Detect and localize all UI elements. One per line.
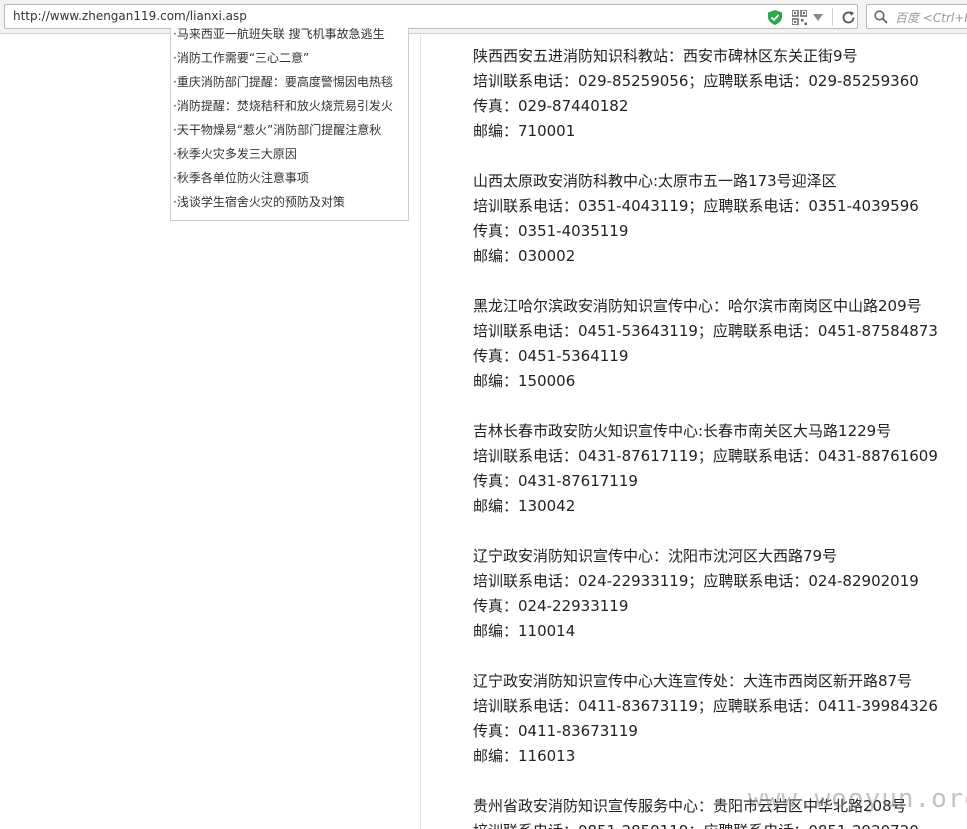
office-name: 黑龙江哈尔滨政安消防知识宣传中心：哈尔滨市南岗区中山路209号: [473, 297, 922, 315]
office-zip: 邮编：030002: [473, 247, 576, 265]
qr-code-icon[interactable]: [792, 10, 807, 25]
browser-toolbar: http://www.zhengan119.com/lianxi.asp 百度 …: [0, 0, 967, 34]
office-phones: 培训联系电话：0431-87617119；应聘联系电话：0431-8876160…: [473, 447, 938, 465]
chevron-down-icon[interactable]: [813, 14, 823, 22]
url-text: http://www.zhengan119.com/lianxi.asp: [13, 9, 247, 23]
office-name: 辽宁政安消防知识宣传中心：沈阳市沈河区大西路79号: [473, 547, 838, 565]
news-link[interactable]: ·重庆消防部门提醒：要高度警惕因电热毯: [173, 70, 408, 94]
search-placeholder: 百度 <Ctrl+K>: [895, 11, 967, 25]
office-fax: 传真：024-22933119: [473, 597, 629, 615]
office-name: 辽宁政安消防知识宣传中心大连宣传处：大连市西岗区新开路87号: [473, 672, 913, 690]
office-zip: 邮编：116013: [473, 747, 576, 765]
news-link[interactable]: ·消防工作需要“三心二意”: [173, 46, 408, 70]
office-phones: 培训联系电话：029-85259056；应聘联系电话：029-85259360: [473, 72, 919, 90]
news-link[interactable]: ·秋季火灾多发三大原因: [173, 142, 408, 166]
news-link[interactable]: ·浅谈学生宿舍火灾的预防及对策: [173, 190, 408, 214]
office-zip: 邮编：150006: [473, 372, 576, 390]
office-zip: 邮编：130042: [473, 497, 576, 515]
office-fax: 传真：0351-4035119: [473, 222, 629, 240]
office-phones: 培训联系电话：0351-4043119；应聘联系电话：0351-4039596: [473, 197, 919, 215]
search-icon: [874, 10, 888, 24]
reload-icon[interactable]: [841, 10, 856, 25]
url-divider: [832, 8, 833, 26]
office-zip: 邮编：710001: [473, 122, 576, 140]
news-link[interactable]: ·天干物燥易“惹火”消防部门提醒注意秋: [173, 118, 408, 142]
news-link[interactable]: ·马来西亚一航班失联 搜飞机事故急逃生: [173, 28, 408, 46]
office-fax: 传真：0431-87617119: [473, 472, 638, 490]
watermark: www.wooyun.org: [748, 784, 967, 814]
office-fax: 传真：0451-5364119: [473, 347, 629, 365]
office-fax: 传真：029-87440182: [473, 97, 629, 115]
office-name: 陕西西安五进消防知识科教站：西安市碑林区东关正街9号: [473, 47, 858, 65]
shield-icon[interactable]: [768, 10, 782, 25]
office-name: 山西太原政安消防科教中心:太原市五一路173号迎泽区: [473, 172, 837, 190]
office-entry: 陕西西安五进消防知识科教站：西安市碑林区东关正街9号 培训联系电话：029-85…: [473, 44, 967, 144]
column-divider: [420, 35, 421, 829]
office-phones: 培训联系电话：0851-2859119；应聘联系电话：0851-2920720: [473, 819, 967, 829]
office-entry: 辽宁政安消防知识宣传中心大连宣传处：大连市西岗区新开路87号 培训联系电话：04…: [473, 669, 967, 769]
office-entry: 黑龙江哈尔滨政安消防知识宣传中心：哈尔滨市南岗区中山路209号 培训联系电话：0…: [473, 294, 967, 394]
office-phones: 培训联系电话：0451-53643119；应聘联系电话：0451-8758487…: [473, 322, 938, 340]
news-box: ·马来西亚一航班失联 搜飞机事故急逃生 ·消防工作需要“三心二意” ·重庆消防部…: [170, 28, 409, 221]
office-phones: 培训联系电话：0411-83673119；应聘联系电话：0411-3998432…: [473, 697, 938, 715]
news-list: ·马来西亚一航班失联 搜飞机事故急逃生 ·消防工作需要“三心二意” ·重庆消防部…: [173, 28, 408, 214]
news-link[interactable]: ·消防提醒：焚烧秸秆和放火烧荒易引发火: [173, 94, 408, 118]
office-entry: 辽宁政安消防知识宣传中心：沈阳市沈河区大西路79号 培训联系电话：024-229…: [473, 544, 967, 644]
office-name: 吉林长春市政安防火知识宣传中心:长春市南关区大马路1229号: [473, 422, 892, 440]
office-entry: 吉林长春市政安防火知识宣传中心:长春市南关区大马路1229号 培训联系电话：04…: [473, 419, 967, 519]
address-bar[interactable]: http://www.zhengan119.com/lianxi.asp: [4, 4, 858, 29]
office-fax: 传真：0411-83673119: [473, 722, 638, 740]
office-phones: 培训联系电话：024-22933119；应聘联系电话：024-82902019: [473, 572, 919, 590]
news-link[interactable]: ·秋季各单位防火注意事项: [173, 166, 408, 190]
office-zip: 邮编：110014: [473, 622, 576, 640]
search-bar[interactable]: 百度 <Ctrl+K>: [866, 4, 967, 29]
contact-list: 陕西西安五进消防知识科教站：西安市碑林区东关正街9号 培训联系电话：029-85…: [473, 44, 967, 829]
office-entry: 山西太原政安消防科教中心:太原市五一路173号迎泽区 培训联系电话：0351-4…: [473, 169, 967, 269]
